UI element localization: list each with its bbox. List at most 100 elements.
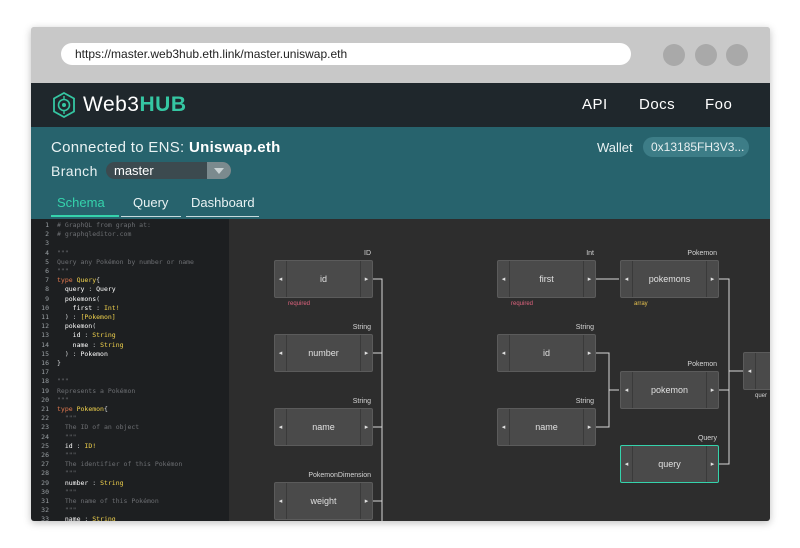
graph-node-offscreen[interactable]: ◂ — [743, 352, 770, 390]
code-token: { — [103, 405, 108, 413]
code-line: 16} — [31, 359, 61, 367]
arrow-left-icon[interactable]: ◂ — [498, 261, 510, 297]
line-number: 22 — [41, 414, 49, 423]
tab-schema[interactable]: Schema — [57, 195, 105, 216]
graph-node-number[interactable]: ◂ number ▸ — [274, 334, 373, 372]
schema-code-editor[interactable]: 1 # GraphQL from graph at: 2 # graphqledito… — [31, 219, 229, 521]
arrow-left-icon[interactable]: ◂ — [744, 353, 756, 389]
logo-suffix: HUB — [139, 93, 187, 116]
code-token: name — [57, 515, 85, 521]
nav-link-api[interactable]: API — [582, 96, 608, 113]
node-type-label: Pokemon — [687, 361, 717, 368]
arrow-left-icon[interactable]: ◂ — [498, 409, 510, 445]
line-number: 3 — [45, 239, 49, 248]
graph-node-name[interactable]: ◂ name ▸ — [274, 408, 373, 446]
line-number: 31 — [41, 497, 49, 505]
node-type-label: String — [575, 324, 594, 331]
code-line: 24 """ — [31, 433, 76, 441]
code-line: 25 id : ID! — [31, 442, 96, 450]
tab-dashboard[interactable]: Dashboard — [191, 195, 255, 216]
node-note: required — [288, 301, 311, 307]
node-label: pokemons — [648, 274, 691, 284]
graph-node-pokemon[interactable]: ◂ pokemon ▸ — [620, 371, 719, 409]
window-control-dot[interactable] — [726, 44, 748, 66]
code-token: ) : — [57, 313, 81, 321]
code-token: """ — [57, 267, 69, 275]
line-number: 23 — [41, 423, 49, 432]
arrow-right-icon[interactable]: ▸ — [360, 335, 372, 371]
graph-node-first[interactable]: ◂ first ▸ — [497, 260, 596, 298]
graph-node-id[interactable]: ◂ id ▸ — [274, 260, 373, 298]
schema-graph-canvas[interactable]: ◂ quer ID ◂ id ▸ required String ◂ number ▸ Strin… — [229, 219, 770, 521]
code-token: pokemon — [57, 322, 93, 331]
active-tab-underline — [51, 215, 119, 217]
graph-node-pokemons[interactable]: ◂ pokemons ▸ — [620, 260, 719, 298]
node-label: pokemon — [650, 385, 689, 395]
window-control-dot[interactable] — [695, 44, 717, 66]
arrow-right-icon[interactable]: ▸ — [706, 446, 718, 482]
code-token: : — [92, 478, 101, 487]
node-label: name — [535, 422, 558, 432]
graph-node-id[interactable]: ◂ id ▸ — [497, 334, 596, 372]
arrow-right-icon[interactable]: ▸ — [360, 261, 372, 297]
code-line: 12 pokemon( — [31, 322, 96, 330]
arrow-left-icon[interactable]: ◂ — [275, 483, 287, 519]
code-line: 1 # GraphQL from graph at: — [31, 221, 151, 229]
line-number: 21 — [41, 405, 49, 413]
arrow-right-icon[interactable]: ▸ — [360, 483, 372, 519]
arrow-left-icon[interactable]: ◂ — [275, 409, 287, 445]
code-line: 21 type Pokemon{ — [31, 405, 108, 413]
code-token: name — [57, 340, 93, 349]
code-token: type — [57, 276, 77, 285]
line-number: 17 — [41, 368, 49, 377]
line-number: 13 — [41, 331, 49, 340]
window-control-dot[interactable] — [663, 44, 685, 66]
code-token: ) : — [57, 349, 81, 358]
branch-select[interactable]: master — [106, 162, 231, 179]
code-token: Pokemon — [80, 349, 108, 358]
logo[interactable]: Web3HUB — [51, 91, 186, 119]
graph-node-query[interactable]: ◂ query ▸ — [620, 445, 719, 483]
arrow-left-icon[interactable]: ◂ — [621, 446, 633, 482]
arrow-right-icon[interactable]: ▸ — [360, 409, 372, 445]
arrow-right-icon[interactable]: ▸ — [706, 372, 718, 408]
code-token: Int! — [103, 303, 120, 312]
arrow-left-icon[interactable]: ◂ — [621, 261, 633, 297]
arrow-left-icon[interactable]: ◂ — [275, 335, 287, 371]
nav-link-foo[interactable]: Foo — [705, 96, 732, 113]
arrow-left-icon[interactable]: ◂ — [275, 261, 287, 297]
code-token: id — [57, 441, 77, 450]
code-line: 5 Query any Pokémon by number or name — [31, 258, 194, 266]
arrow-right-icon[interactable]: ▸ — [583, 335, 595, 371]
code-token: Represents a Pokémon — [57, 386, 136, 395]
tab-dashboard-label: Dashboard — [191, 195, 255, 210]
arrow-left-icon[interactable]: ◂ — [621, 372, 633, 408]
node-label: first — [539, 274, 554, 284]
code-token: ( — [92, 322, 97, 331]
code-token: id — [57, 331, 85, 340]
code-token: """ — [57, 395, 69, 404]
code-line: 14 name : String — [31, 340, 123, 349]
wallet-address-badge[interactable]: 0x13185FH3V3... — [643, 137, 749, 157]
line-number: 16 — [41, 359, 49, 367]
address-bar[interactable]: https://master.web3hub.eth.link/master.u… — [61, 43, 631, 65]
code-token: Pokemon — [76, 405, 104, 413]
code-line: 20 """ — [31, 396, 69, 404]
code-line: 10 first : Int! — [31, 303, 120, 312]
code-token: ID! — [84, 441, 97, 450]
tab-query[interactable]: Query — [133, 195, 168, 216]
chevron-down-icon[interactable] — [207, 162, 231, 179]
arrow-left-icon[interactable]: ◂ — [498, 335, 510, 371]
graph-node-weight[interactable]: ◂ weight ▸ — [274, 482, 373, 520]
graph-node-name[interactable]: ◂ name ▸ — [497, 408, 596, 446]
code-line: 13 id : String — [31, 331, 116, 339]
arrow-right-icon[interactable]: ▸ — [583, 409, 595, 445]
line-number: 33 — [41, 515, 49, 521]
nav-link-docs[interactable]: Docs — [639, 96, 675, 113]
arrow-right-icon[interactable]: ▸ — [706, 261, 718, 297]
arrow-right-icon[interactable]: ▸ — [583, 261, 595, 297]
logo-text: Web3HUB — [83, 93, 186, 117]
code-line: 31 The name of this Pokémon — [31, 497, 159, 505]
code-line: 26 """ — [31, 451, 76, 459]
code-token: : — [88, 285, 97, 294]
